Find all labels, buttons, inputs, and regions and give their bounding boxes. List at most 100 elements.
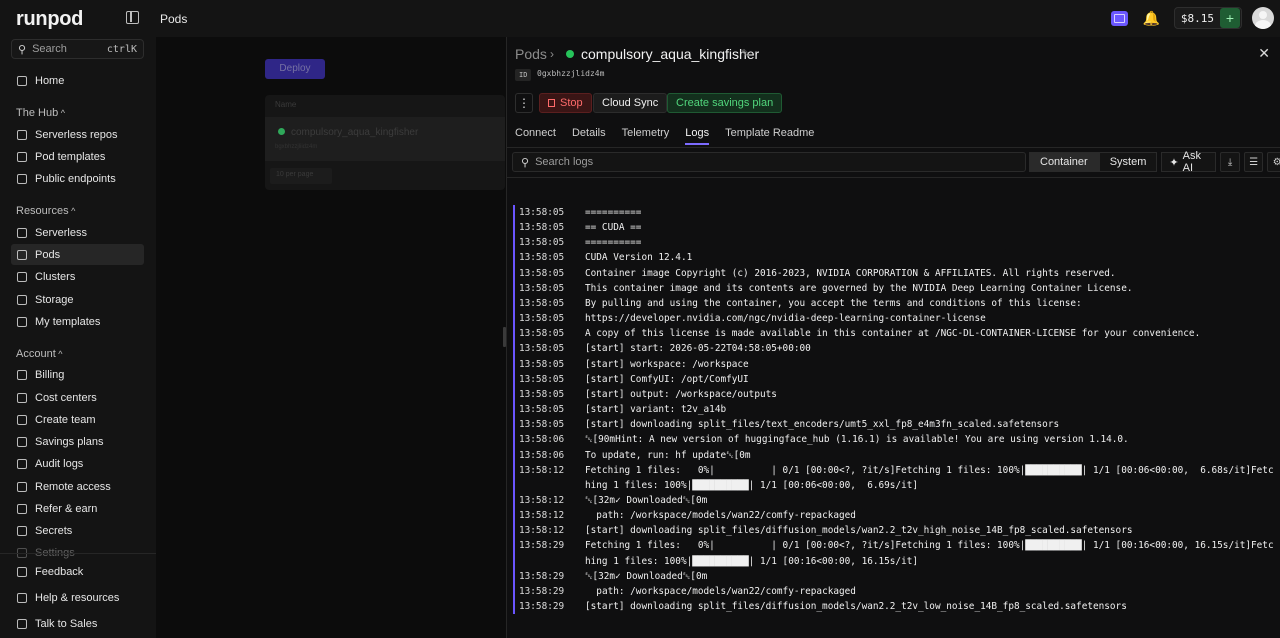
sidebar-item-refer-earn[interactable]: Refer & earn xyxy=(11,498,144,519)
log-message: [start] ComfyUI: /opt/ComfyUI xyxy=(585,373,749,385)
bell-icon[interactable]: 🔔 xyxy=(1142,10,1159,27)
log-message: Fetching 1 files: 0%| | 0/1 [00:00<?, ?i… xyxy=(585,540,1274,567)
search-input[interactable]: ⚲ Search ctrlK xyxy=(11,39,144,59)
tab-system-logs[interactable]: System xyxy=(1098,152,1158,172)
cube-icon xyxy=(17,249,27,260)
log-line: 13:58:06 To update, run: hf update␛[0m xyxy=(513,447,1279,463)
sidebar-item-feedback[interactable]: Feedback xyxy=(11,561,144,582)
log-line: 13:58:05 By pulling and using the contain… xyxy=(513,295,1279,312)
panel-resize-handle[interactable] xyxy=(503,327,506,347)
log-message: ␛[32m✓ Downloaded␛[0m xyxy=(585,570,708,582)
section-account[interactable]: Account xyxy=(16,348,62,360)
log-line: 13:58:05 [start] output: /workspace/outpu… xyxy=(513,386,1279,403)
tab-connect[interactable]: Connect xyxy=(515,127,556,145)
sparkle-icon: ✦ xyxy=(1169,156,1179,169)
log-timestamp: 13:58:05 xyxy=(519,267,565,279)
search-icon: ⚲ xyxy=(18,43,27,56)
sidebar-item-create-team[interactable]: Create team xyxy=(11,409,144,430)
shield-icon xyxy=(17,618,27,629)
chat-icon xyxy=(17,566,27,577)
columns-icon[interactable]: ☰ xyxy=(1243,152,1264,172)
sidebar-item-help[interactable]: Help & resources xyxy=(11,587,144,608)
tab-template-readme[interactable]: Template Readme xyxy=(725,127,814,145)
sidebar-item-public-endpoints[interactable]: Public endpoints xyxy=(11,168,144,189)
gear-icon[interactable]: ⚙ xyxy=(1267,152,1280,172)
create-savings-plan-button[interactable]: Create savings plan xyxy=(667,93,783,113)
log-line: 13:58:05 == CUDA == xyxy=(513,220,1279,236)
log-line: 13:58:05 [start] variant: t2v_a14b xyxy=(513,402,1279,418)
sidebar-toggle-icon[interactable] xyxy=(126,11,139,24)
log-message: This container image and its contents ar… xyxy=(585,282,1133,294)
tab-telemetry[interactable]: Telemetry xyxy=(622,127,670,145)
piggy-bank-icon xyxy=(17,436,27,447)
log-line: 13:58:05 This container image and its con… xyxy=(513,280,1279,296)
pod-id-value[interactable]: 0gxbhzzjlidz4m xyxy=(537,69,604,78)
sidebar-item-cost-centers[interactable]: Cost centers xyxy=(11,387,144,408)
log-line: 13:58:05 Container image Copyright (c) 20… xyxy=(513,265,1279,281)
sidebar-item-home[interactable]: Home xyxy=(11,70,144,91)
gift-icon xyxy=(17,503,27,514)
status-running-icon xyxy=(566,50,574,58)
log-line: 13:58:12 [start] downloading split_files/… xyxy=(513,523,1279,539)
sidebar-item-storage[interactable]: Storage xyxy=(11,289,144,310)
download-icon[interactable]: ⤓ xyxy=(1220,152,1240,172)
section-the-hub[interactable]: The Hub xyxy=(16,107,65,119)
section-resources[interactable]: Resources xyxy=(16,205,75,217)
cluster-icon xyxy=(17,271,27,282)
sidebar-item-talk-to-sales[interactable]: Talk to Sales xyxy=(11,613,144,634)
background-status-dot xyxy=(278,128,285,135)
sidebar-item-clusters[interactable]: Clusters xyxy=(11,266,144,287)
breadcrumb-pods-link[interactable]: Pods xyxy=(515,46,547,62)
sidebar-item-secrets[interactable]: Secrets xyxy=(11,520,144,541)
serverless-icon xyxy=(17,227,27,238)
tab-logs[interactable]: Logs xyxy=(685,127,710,145)
search-logs-input[interactable]: ⚲ Search logs xyxy=(512,152,1026,172)
log-timestamp: 13:58:05 xyxy=(519,404,565,416)
stop-button[interactable]: Stop xyxy=(539,93,592,113)
sidebar-item-pod-templates[interactable]: Pod templates xyxy=(11,146,144,167)
sidebar-item-serverless-repos[interactable]: Serverless repos xyxy=(11,124,144,145)
more-options-icon[interactable]: ⋮ xyxy=(515,93,533,113)
close-icon[interactable]: ✕ xyxy=(1258,45,1270,62)
sidebar-divider xyxy=(0,553,156,554)
sidebar-item-audit-logs[interactable]: Audit logs xyxy=(11,453,144,474)
search-shortcut: ctrlK xyxy=(106,43,137,55)
avatar[interactable] xyxy=(1252,7,1274,29)
balance-widget[interactable]: $8.15 + xyxy=(1173,7,1242,29)
log-timestamp: 13:58:05 xyxy=(519,388,565,400)
runpod-logo[interactable]: runpod xyxy=(16,8,83,31)
log-timestamp: 13:58:12 xyxy=(519,525,565,537)
log-timestamp: 13:58:05 xyxy=(519,222,565,234)
ai-assistant-icon[interactable] xyxy=(1111,10,1129,26)
log-message: == CUDA == xyxy=(585,222,642,234)
log-message: A copy of this license is made available… xyxy=(585,328,1201,340)
stop-icon xyxy=(548,99,555,107)
log-message: [start] downloading split_files/diffusio… xyxy=(585,525,1133,537)
tab-details[interactable]: Details xyxy=(572,127,606,145)
tab-container-logs[interactable]: Container xyxy=(1029,152,1099,172)
ask-ai-button[interactable]: ✦ Ask AI xyxy=(1161,150,1217,174)
log-message: Fetching 1 files: 0%| | 0/1 [00:00<?, ?i… xyxy=(585,464,1274,491)
log-line: 13:58:29 path: /workspace/models/wan22/c… xyxy=(513,583,1279,600)
log-output[interactable]: 13:58:05 ========== 13:58:05 == CUDA == 13:5… xyxy=(513,205,1279,615)
deploy-button[interactable]: Deploy xyxy=(265,59,325,79)
edit-pencil-icon[interactable]: ✎ xyxy=(741,47,750,60)
log-timestamp: 13:58:12 xyxy=(519,510,565,522)
sidebar-item-billing[interactable]: Billing xyxy=(11,364,144,385)
sidebar-item-my-templates[interactable]: My templates xyxy=(11,311,144,332)
sidebar-item-pods[interactable]: Pods xyxy=(11,244,144,265)
help-icon xyxy=(17,592,27,603)
sidebar-item-savings-plans[interactable]: Savings plans xyxy=(11,431,144,452)
log-toolbar: Container System ✦ Ask AI ⤓ ☰ ⚙ xyxy=(1029,150,1280,174)
log-timestamp: 13:58:05 xyxy=(519,328,565,340)
add-funds-button[interactable]: + xyxy=(1220,8,1240,28)
sidebar-item-serverless[interactable]: Serverless xyxy=(11,222,144,243)
sidebar-item-remote-access[interactable]: Remote access xyxy=(11,476,144,497)
background-pod-row[interactable]: compulsory_aqua_kingfisher bgxbhzzjliidz… xyxy=(265,117,505,161)
cloud-sync-button[interactable]: Cloud Sync xyxy=(593,93,668,113)
log-timestamp: 13:58:05 xyxy=(519,282,565,294)
topbar-actions: 🔔 $8.15 + xyxy=(1111,6,1274,30)
pod-name-title: compulsory_aqua_kingfisher xyxy=(581,46,760,62)
search-placeholder: Search xyxy=(32,43,67,55)
background-pager[interactable]: 10 per page xyxy=(270,168,332,184)
